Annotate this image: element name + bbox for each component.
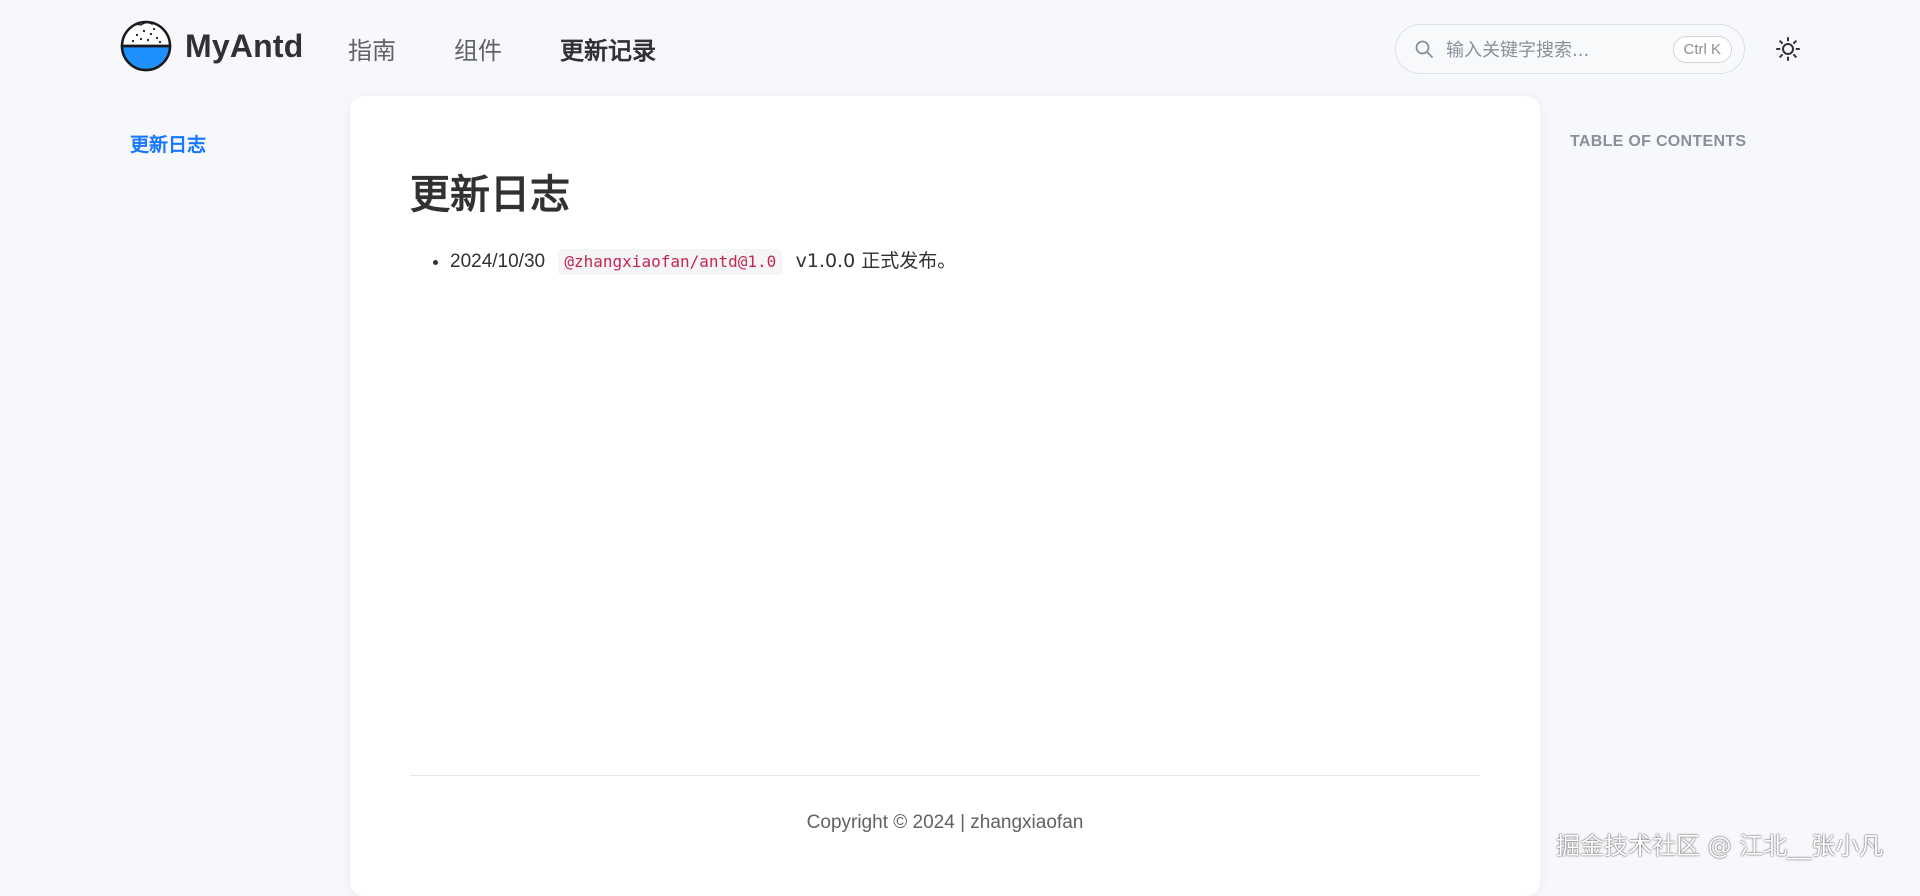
logo-text: MyAntd bbox=[185, 27, 304, 64]
watermark-text: 掘金技术社区 @ 江北__张小凡 bbox=[1556, 832, 1884, 860]
sidebar-item-changelog[interactable]: 更新日志 bbox=[130, 130, 206, 157]
footer-copyright: Copyright © 2024 | zhangxiaofan bbox=[806, 812, 1084, 833]
search-input[interactable]: 输入关键字搜索... Ctrl K bbox=[1395, 24, 1745, 74]
list-item: 2024/10/30 @zhangxiaofan/antd@1.0 v1.0.0… bbox=[450, 246, 956, 277]
changelog-list: 2024/10/30 @zhangxiaofan/antd@1.0 v1.0.0… bbox=[410, 246, 956, 277]
top-header: MyAntd 指南 组件 更新记录 输入关键字搜索... Ctrl K bbox=[0, 0, 1920, 96]
sun-icon[interactable] bbox=[1775, 36, 1801, 62]
search-placeholder: 输入关键字搜索... bbox=[1446, 40, 1590, 61]
entry-date: 2024/10/30 bbox=[450, 251, 546, 272]
search-icon bbox=[1415, 40, 1433, 58]
nav-item-guide[interactable]: 指南 bbox=[348, 31, 396, 66]
search-shortcut-badge: Ctrl K bbox=[1672, 36, 1732, 63]
nav-item-changelog[interactable]: 更新记录 bbox=[560, 31, 656, 66]
main-nav: 指南 组件 更新记录 bbox=[348, 28, 714, 68]
toc-title: TABLE OF CONTENTS bbox=[1570, 133, 1747, 150]
nav-item-components[interactable]: 组件 bbox=[454, 31, 502, 66]
package-code: @zhangxiaofan/antd@1.0 bbox=[558, 249, 783, 275]
footer-divider bbox=[410, 775, 1480, 776]
site-logo-link[interactable]: MyAntd bbox=[119, 18, 304, 74]
entry-description: v1.0.0 正式发布。 bbox=[795, 250, 957, 272]
page-title: 更新日志 bbox=[410, 172, 570, 218]
main-content-card: 更新日志 2024/10/30 @zhangxiaofan/antd@1.0 v… bbox=[350, 96, 1540, 896]
logo-icon bbox=[120, 20, 172, 72]
